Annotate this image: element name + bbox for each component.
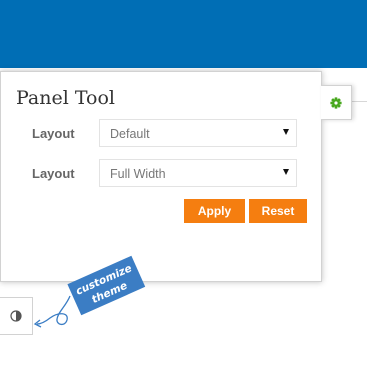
contrast-icon	[10, 310, 22, 322]
width-select-value: Full Width	[110, 167, 166, 181]
panel-title: Panel Tool	[16, 87, 116, 109]
layout-select-value: Default	[110, 127, 150, 141]
width-select[interactable]: Full Width	[99, 159, 297, 187]
panel-tool: Panel Tool Layout Default Layout Full Wi…	[0, 71, 322, 282]
top-header-bar	[0, 0, 367, 68]
panel-toggle-tab[interactable]	[321, 85, 352, 120]
chevron-down-icon	[283, 169, 289, 175]
layout-label: Layout	[32, 126, 75, 141]
apply-button[interactable]: Apply	[184, 199, 245, 223]
theme-toggle-tab[interactable]	[0, 297, 33, 335]
gear-icon	[330, 96, 342, 109]
chevron-down-icon	[283, 129, 289, 135]
arrow-head-icon	[33, 319, 42, 328]
width-label: Layout	[32, 166, 75, 181]
annotation-arrow	[36, 295, 71, 326]
annotation-line-theme: theme	[90, 280, 129, 306]
divider	[350, 101, 367, 102]
layout-select[interactable]: Default	[99, 119, 297, 147]
reset-button[interactable]: Reset	[249, 199, 307, 223]
